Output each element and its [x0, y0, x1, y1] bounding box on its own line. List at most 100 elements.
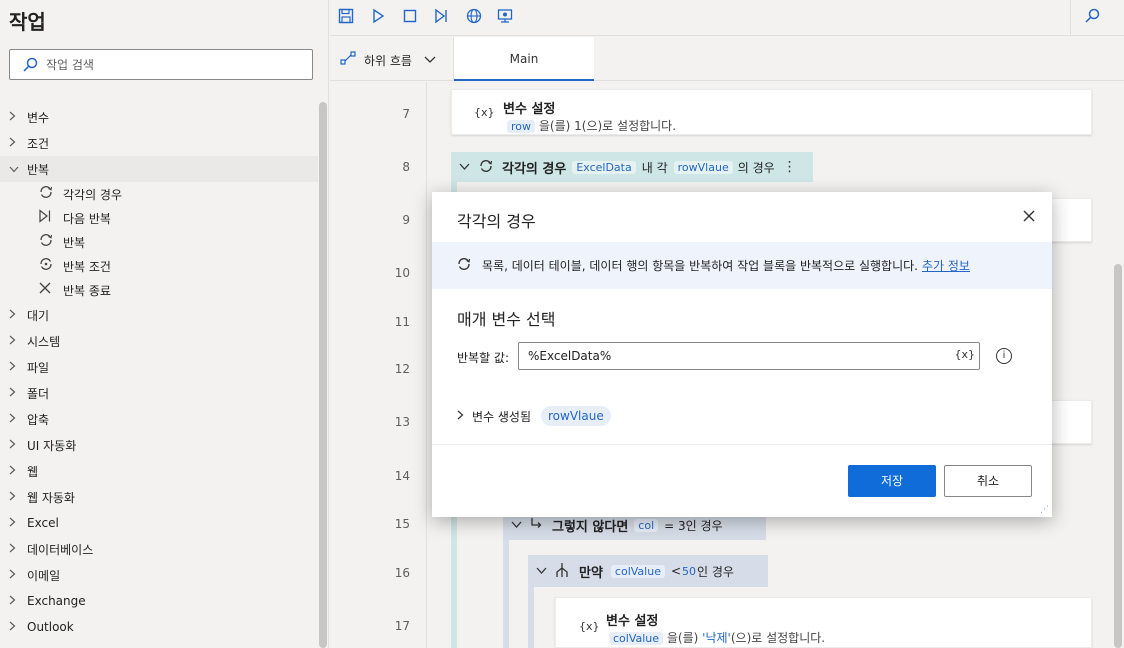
actions-panel: 작업 작업 검색 변수 조건 반복 각각의 경우 다음 반복 반복 반복 조건 반복 종료 대기… [0, 0, 329, 648]
tab-main[interactable]: Main [454, 37, 594, 81]
chevron-down-icon [459, 160, 470, 174]
tree-category[interactable]: 파일 [0, 354, 318, 380]
tree-category-label: Excel [27, 516, 59, 530]
subflow-label: 하위 흐름 [364, 53, 412, 68]
tree-category[interactable]: 대기 [0, 302, 318, 328]
tree-category[interactable]: Exchange [0, 588, 318, 614]
tree-category-label: Outlook [27, 620, 74, 634]
close-icon[interactable] [1020, 207, 1038, 226]
chevron-right-icon [9, 491, 27, 504]
info-text: 목록, 데이터 테이블, 데이터 행의 항목을 반복하여 작업 블록을 반복적으… [482, 259, 918, 273]
line-number: 16 [394, 566, 410, 580]
line-number: 9 [402, 213, 410, 227]
tree-category[interactable]: 폴더 [0, 380, 318, 406]
tree-category[interactable]: 변수 [0, 104, 318, 130]
step-description: row 을(를) 1(으)로 설정합니다. [507, 117, 676, 134]
subflow-dropdown[interactable]: 하위 흐름 [340, 51, 436, 69]
tree-action[interactable]: 다음 반복 [0, 206, 318, 230]
tree-category[interactable]: 조건 [0, 130, 318, 156]
tree-category-label: 대기 [27, 308, 50, 323]
variables-produced-toggle[interactable]: 변수 생성됨 rowVlaue [457, 406, 611, 426]
tree-category[interactable]: 시스템 [0, 328, 318, 354]
cancel-button[interactable]: 취소 [944, 465, 1032, 497]
tree-category-label: 웹 자동화 [27, 490, 75, 505]
chevron-right-icon [9, 309, 27, 322]
line-number: 8 [402, 160, 410, 174]
more-options-icon[interactable]: ⋮ [783, 159, 797, 175]
chevron-down-icon [511, 518, 522, 532]
variables-produced-label: 변수 생성됨 [472, 409, 532, 424]
loop-value-input[interactable]: %ExcelData% {x} [518, 342, 980, 370]
tree-category-label: 이메일 [27, 568, 61, 583]
run-icon[interactable] [368, 8, 388, 28]
tree-category[interactable]: 데이터베이스 [0, 536, 318, 562]
more-info-link[interactable]: 추가 정보 [922, 257, 970, 274]
variable-picker-button[interactable]: {x} [954, 348, 975, 361]
tree-category[interactable]: 웹 [0, 458, 318, 484]
tree-action-label: 반복 조건 [63, 259, 111, 274]
stop-icon[interactable] [400, 8, 420, 28]
line-number: 7 [402, 107, 410, 121]
tree-action[interactable]: 반복 [0, 230, 318, 254]
chevron-right-icon [9, 387, 27, 400]
line-number: 14 [394, 469, 410, 483]
dialog-info-banner: 목록, 데이터 테이블, 데이터 행의 항목을 반복하여 작업 블록을 반복적으… [432, 242, 1052, 289]
web-recorder-icon[interactable] [464, 8, 484, 28]
exit-loop-icon [38, 281, 63, 299]
resize-grip-icon[interactable]: ⋰ [1040, 505, 1049, 515]
line-number-gutter: 7 8 9 10 11 12 13 14 15 16 17 [330, 82, 427, 648]
chevron-right-icon [9, 465, 27, 478]
line-number: 17 [394, 619, 410, 633]
tree-category-label: 조건 [27, 136, 50, 151]
dialog-footer-divider [432, 444, 1052, 445]
if-header[interactable]: 만약 colValue < 50 인 경우 [528, 555, 768, 587]
tree-category[interactable]: 반복 [0, 156, 318, 182]
section-title: 매개 변수 선택 [457, 310, 556, 329]
step-icon[interactable] [431, 8, 451, 28]
tree-action[interactable]: 반복 조건 [0, 254, 318, 278]
variable-chip: rowVlaue [673, 160, 733, 174]
tree-action-label: 각각의 경우 [63, 187, 123, 202]
tree-category-label: 데이터베이스 [27, 542, 94, 557]
chevron-down-icon [536, 564, 547, 578]
tree-category[interactable]: UI 자동화 [0, 432, 318, 458]
tree-category[interactable]: 이메일 [0, 562, 318, 588]
variable-chip: colValue [609, 632, 664, 645]
loop-icon [38, 232, 63, 252]
save-icon[interactable] [336, 8, 356, 28]
actions-tree: 변수 조건 반복 각각의 경우 다음 반복 반복 반복 조건 반복 종료 대기 시스템 파일 폴더 압축… [0, 104, 318, 640]
actions-scrollbar[interactable] [319, 102, 327, 648]
chevron-down-icon [424, 53, 436, 67]
canvas-scrollbar[interactable] [1114, 264, 1122, 648]
tree-action[interactable]: 각각의 경우 [0, 182, 318, 206]
search-icon [23, 57, 38, 72]
search-icon[interactable] [1082, 8, 1102, 28]
tree-category[interactable]: 압축 [0, 406, 318, 432]
loop-value-text: %ExcelData% [528, 349, 612, 363]
tree-category-label: Exchange [27, 594, 86, 608]
tree-category-label: UI 자동화 [27, 438, 77, 453]
actions-search-input[interactable]: 작업 검색 [9, 49, 313, 80]
chevron-right-icon [9, 361, 27, 374]
foreach-header[interactable]: 각각의 경우 ExcelData 내 각 rowVlaue 의 경우 ⋮ [451, 152, 813, 182]
tree-action[interactable]: 반복 종료 [0, 278, 318, 302]
variable-chip: ExcelData [572, 160, 636, 174]
variable-chip[interactable]: rowVlaue [541, 406, 611, 426]
tree-category[interactable]: 웹 자동화 [0, 484, 318, 510]
chevron-right-icon [9, 335, 27, 348]
line-number: 12 [394, 362, 410, 376]
line-number: 10 [394, 266, 410, 280]
chevron-down-icon [9, 163, 27, 176]
variable-chip: col [634, 518, 659, 532]
tree-category[interactable]: Outlook [0, 614, 318, 640]
else-icon [530, 517, 544, 534]
step-set-variable-7[interactable]: {x} 변수 설정 row 을(를) 1(으)로 설정합니다. [451, 89, 1092, 135]
save-button[interactable]: 저장 [848, 465, 936, 497]
tree-category-label: 웹 [27, 464, 39, 479]
desktop-recorder-icon[interactable] [495, 8, 515, 28]
tree-category[interactable]: Excel [0, 510, 318, 536]
foreach-dialog: 각각의 경우 목록, 데이터 테이블, 데이터 행의 항목을 반복하여 작업 블… [432, 192, 1052, 517]
tree-category-label: 압축 [27, 412, 50, 427]
step-set-variable-17[interactable]: {x} 변수 설정 colValue 을(를) '낙제'(으)로 설정합니다. [555, 597, 1092, 648]
info-icon[interactable]: i [996, 348, 1012, 364]
